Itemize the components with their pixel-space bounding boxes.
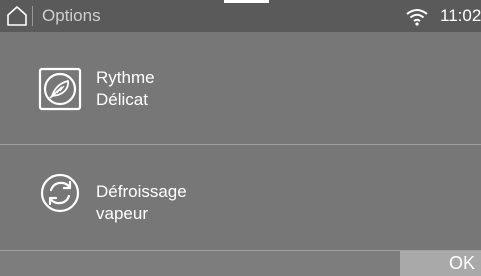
option-label-line1: Défroissage: [96, 182, 187, 201]
status-bar: Options 11:02: [0, 0, 481, 32]
option-label: Rythme Délicat: [96, 67, 155, 111]
option-rythme-delicat[interactable]: Rythme Délicat: [0, 43, 481, 147]
page-title: Options: [42, 6, 101, 25]
home-icon[interactable]: [6, 5, 28, 27]
option-label-line1: Rythme: [96, 68, 155, 87]
clock: 11:02: [440, 6, 481, 25]
header-separator: [32, 6, 33, 26]
option-label-line2: Délicat: [96, 90, 148, 109]
feather-icon: [38, 67, 82, 111]
option-defroissage-vapeur[interactable]: Défroissage vapeur: [0, 147, 481, 251]
top-indicator: [224, 0, 269, 3]
wifi-icon: [406, 9, 428, 26]
circular-arrows-icon: [40, 173, 80, 213]
divider: [0, 144, 481, 145]
option-label-line2: vapeur: [96, 204, 148, 223]
option-label: Défroissage vapeur: [96, 181, 187, 225]
ok-button[interactable]: OK: [400, 251, 481, 276]
